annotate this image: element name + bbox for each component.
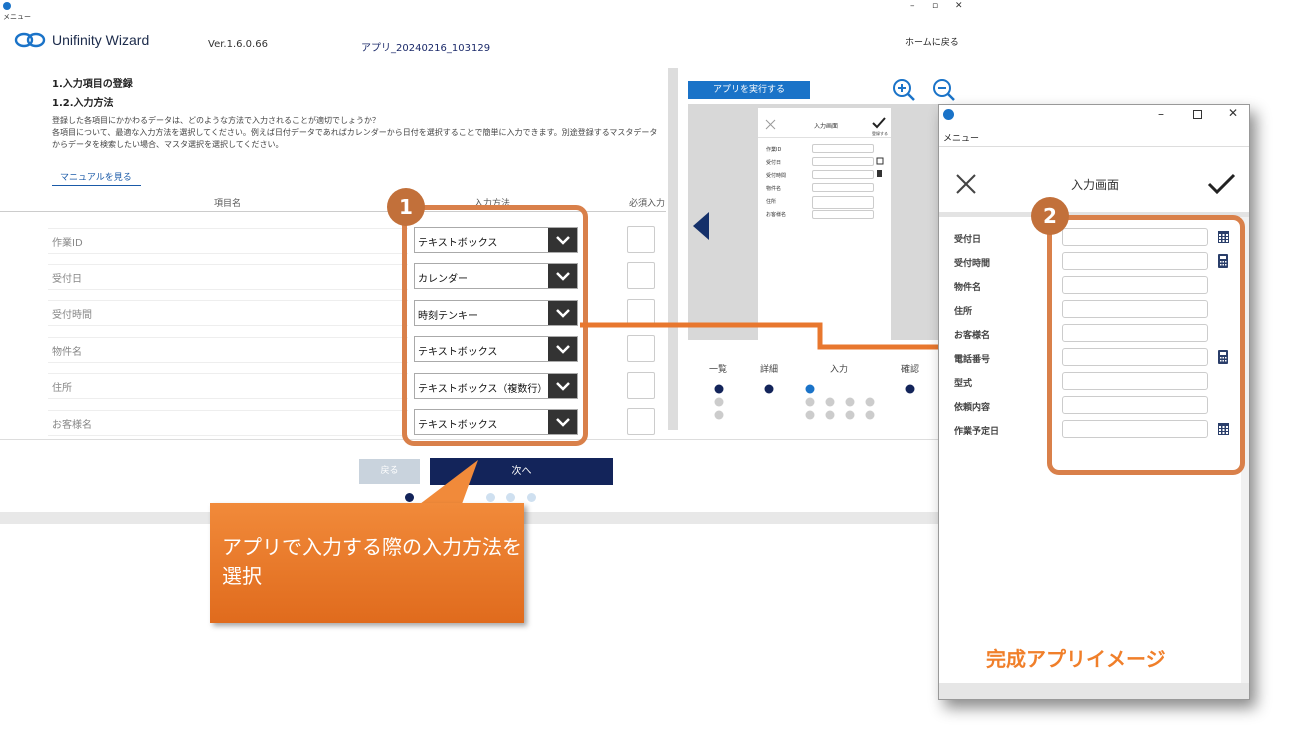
- phone-field-label: 受付日: [766, 160, 782, 166]
- row-name: 受付時間: [52, 310, 92, 321]
- app-field-label: お客様名: [954, 331, 991, 341]
- description: 登録した各項目にかかわるデータは、どのような方法で入力されることが適切でしょうか…: [52, 116, 658, 149]
- table-row: [48, 373, 408, 399]
- app-menu[interactable]: メニュー: [943, 131, 979, 144]
- row-name: お客様名: [52, 420, 92, 431]
- phone-field-label: お客様名: [766, 212, 787, 218]
- callout-text: アプリで入力する際の入力方法を選択: [222, 535, 522, 588]
- app-icon: [3, 2, 11, 10]
- title-bar: メニュー – ▫ ✕: [0, 0, 972, 22]
- minimize-icon[interactable]: –: [1158, 107, 1164, 121]
- row-name: 物件名: [52, 347, 82, 358]
- app-field-label: 住所: [954, 307, 973, 317]
- app-title-bar: – ✕: [939, 105, 1249, 127]
- phone-field-box: [812, 196, 874, 209]
- collapse-arrow-icon[interactable]: [693, 212, 709, 240]
- required-checkbox[interactable]: [627, 262, 655, 289]
- table-row: [48, 337, 408, 363]
- step-label: 確認: [901, 365, 920, 375]
- scrollbar[interactable]: [668, 68, 678, 430]
- zoom-out-icon[interactable]: [932, 78, 956, 102]
- step-label: 詳細: [760, 365, 779, 375]
- version-label: Ver.1.6.0.66: [208, 39, 268, 50]
- app-icon: [943, 109, 954, 120]
- run-app-button[interactable]: アプリを実行する: [688, 81, 810, 99]
- logo-icon: [14, 32, 46, 48]
- table-row: [48, 228, 408, 254]
- app-bottom-bar: [939, 683, 1249, 699]
- app-field-label: 型式: [954, 379, 973, 389]
- close-icon[interactable]: ✕: [1228, 106, 1238, 120]
- phone-field-box: [812, 157, 874, 166]
- logo: Unifinity Wizard: [14, 32, 149, 48]
- table-row: [48, 264, 408, 290]
- close-icon[interactable]: ✕: [955, 1, 963, 11]
- table-row: [48, 300, 408, 326]
- app-field-label: 作業予定日: [954, 427, 1000, 437]
- progress-dot: [506, 493, 515, 502]
- phone-field-label: 住所: [766, 199, 777, 205]
- phone-field-box: [812, 144, 874, 153]
- phone-field-box: [812, 170, 874, 179]
- badge-1: 1: [387, 188, 425, 226]
- app-field-label: 依頼内容: [954, 403, 991, 413]
- app-field-label: 受付時間: [954, 259, 991, 269]
- required-checkbox[interactable]: [627, 408, 655, 435]
- phone-preview: 入力画面 登録する: [758, 108, 891, 340]
- row-name: 住所: [52, 383, 72, 394]
- app-field-label: 電話番号: [954, 355, 991, 365]
- highlight-box-2: [1047, 215, 1245, 475]
- app-field-label: 受付日: [954, 235, 982, 245]
- step-label: 一覧: [709, 365, 728, 375]
- row-name: 受付日: [52, 274, 82, 285]
- manual-link[interactable]: マニュアルを見る: [52, 170, 141, 186]
- phone-field-label: 作業ID: [766, 147, 782, 153]
- logo-text: Unifinity Wizard: [52, 32, 150, 48]
- maximize-icon[interactable]: [1193, 110, 1202, 119]
- app-name: アプリ_20240216_103129: [361, 43, 491, 54]
- calendar-icon: [876, 157, 884, 177]
- step-title: 1.入力項目の登録: [52, 79, 133, 90]
- required-checkbox[interactable]: [627, 372, 655, 399]
- check-icon[interactable]: [1207, 173, 1237, 195]
- badge-2: 2: [1031, 197, 1069, 235]
- phone-field-label: 受付時間: [766, 173, 787, 179]
- completed-app-label: 完成アプリイメージ: [986, 647, 1166, 671]
- home-link[interactable]: ホームに戻る: [905, 35, 959, 48]
- app-field-label: 物件名: [954, 283, 982, 293]
- column-header-required: 必須入力: [629, 199, 666, 209]
- highlight-box-1: [402, 205, 588, 446]
- step-dots: [714, 384, 915, 420]
- progress-dot: [527, 493, 536, 502]
- app-screen-title: 入力画面: [1071, 178, 1120, 192]
- row-name: 作業ID: [52, 238, 83, 249]
- phone-field-label: 物件名: [766, 186, 782, 192]
- restore-icon[interactable]: ▫: [932, 1, 938, 11]
- phone-field-box: [812, 210, 874, 219]
- minimize-icon[interactable]: –: [910, 1, 915, 11]
- column-header-name: 項目名: [214, 199, 242, 209]
- table-row: [48, 410, 408, 436]
- required-checkbox[interactable]: [627, 226, 655, 253]
- phone-field-box: [812, 183, 874, 192]
- sub-title: 1.2.入力方法: [52, 98, 114, 109]
- phone-title: 入力画面: [814, 123, 839, 130]
- phone-check-label: 登録する: [872, 131, 888, 136]
- menu-label[interactable]: メニュー: [3, 12, 31, 22]
- step-label: 入力: [830, 365, 849, 375]
- cancel-icon[interactable]: [955, 173, 977, 195]
- zoom-in-icon[interactable]: [892, 78, 916, 102]
